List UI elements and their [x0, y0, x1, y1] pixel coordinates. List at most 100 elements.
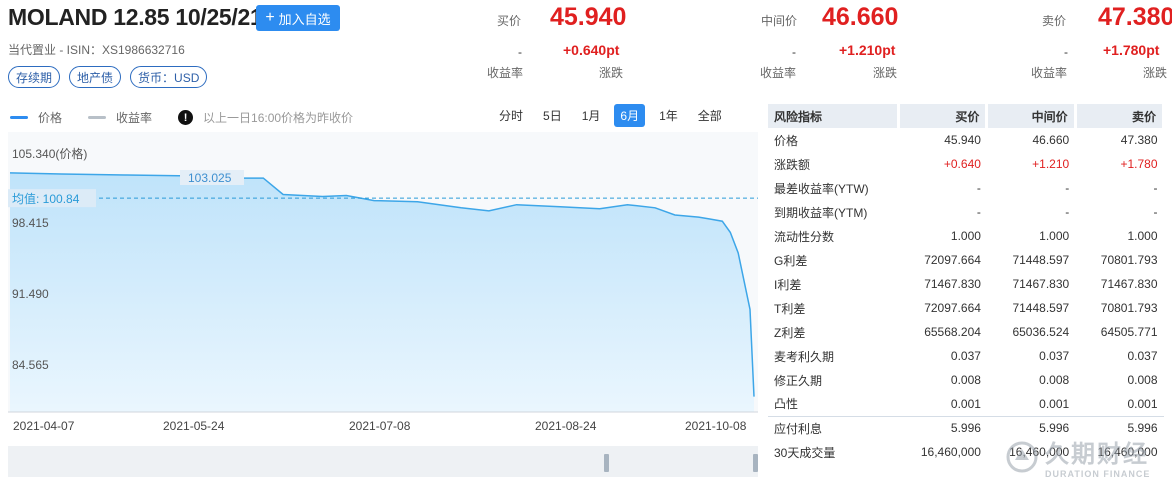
- bid-value: 0.008: [950, 373, 981, 387]
- metric-name: 30天成交量: [774, 445, 836, 460]
- yield-legend-label[interactable]: 收益率: [116, 109, 152, 126]
- risk-row: 最差收益率(YTW) - - -: [768, 176, 1164, 200]
- ask-value: 70801.793: [1100, 253, 1158, 267]
- header-mid: 中间价: [986, 104, 1077, 128]
- risk-row: Z利差 65568.204 65036.524 64505.771: [768, 320, 1164, 344]
- price-area: [10, 172, 754, 412]
- bid-value: 71467.830: [924, 277, 981, 291]
- close-price-note: 以上一日16:00价格为昨收价: [203, 111, 354, 125]
- risk-metrics-table: 风险指标 买价 中间价 卖价 价格 45.940 46.660 47.380 涨跌额 +0…: [768, 104, 1166, 464]
- add-to-watchlist-button[interactable]: + 加入自选: [256, 5, 340, 31]
- mid-value: 71448.597: [1012, 301, 1070, 315]
- mid-value: -: [1065, 181, 1070, 195]
- metric-name: I利差: [774, 277, 802, 292]
- metric-name: 麦考利久期: [774, 349, 835, 364]
- bid-value: -: [976, 181, 981, 195]
- risk-row: 流动性分数 1.000 1.000 1.000: [768, 224, 1164, 248]
- risk-row: 修正久期 0.008 0.008 0.008: [768, 368, 1164, 392]
- mid-yield: -: [792, 45, 796, 59]
- bond-tags: 存续期 地产债 货币：USD: [8, 66, 208, 88]
- period-all[interactable]: 全部: [692, 104, 728, 127]
- bid-value: 1.000: [950, 229, 981, 243]
- ask-value: -: [1153, 205, 1158, 219]
- ask-value: 71467.830: [1100, 277, 1158, 291]
- risk-row: 麦考利久期 0.037 0.037 0.037: [768, 344, 1164, 368]
- ask-value: 70801.793: [1100, 301, 1158, 315]
- mid-value: 71448.597: [1012, 253, 1070, 267]
- y-tick-label: 91.490: [12, 287, 49, 301]
- price-chart[interactable]: 105.340(价格) 98.415 91.490 84.565 103.025 均值…: [8, 132, 758, 477]
- risk-row: 到期收益率(YTM) - - -: [768, 200, 1164, 224]
- ask-value: 0.008: [1127, 373, 1158, 387]
- duration-finance-watermark: 久期财经 DURATION FINANCE: [1005, 434, 1150, 477]
- ask-value: +1.780: [1120, 157, 1158, 171]
- header-ask: 卖价: [1075, 104, 1166, 128]
- metric-name: 修正久期: [774, 373, 823, 388]
- y-tick-label: 98.415: [12, 216, 49, 230]
- mid-yield-label: 收益率: [760, 66, 797, 80]
- range-handle-right[interactable]: [753, 454, 758, 472]
- risk-row: T利差 72097.664 71448.597 70801.793: [768, 296, 1164, 320]
- risk-row: 凸性 0.001 0.001 0.001: [768, 392, 1164, 416]
- bid-value: 16,460,000: [920, 445, 981, 459]
- bid-value: 5.996: [898, 415, 987, 440]
- ask-change: +1.780pt: [1103, 42, 1160, 58]
- range-handle-left[interactable]: [604, 454, 609, 472]
- add-to-watchlist-label: 加入自选: [278, 11, 331, 27]
- ask-value: 0.037: [1127, 349, 1158, 363]
- risk-row: 涨跌额 +0.640 +1.210 +1.780: [768, 152, 1164, 176]
- watermark-cn: 久期财经: [1045, 441, 1149, 468]
- range-navigator[interactable]: [8, 446, 758, 477]
- bid-change-label: 涨跌: [599, 66, 624, 80]
- x-tick-label: 2021-04-07: [13, 419, 75, 433]
- period-1y[interactable]: 1年: [653, 104, 684, 127]
- price-legend-swatch[interactable]: [10, 116, 28, 119]
- bid-yield: -: [518, 45, 522, 59]
- tag-status[interactable]: 存续期: [8, 66, 61, 88]
- price-legend-label[interactable]: 价格: [38, 109, 62, 126]
- mid-value: 65036.524: [1012, 325, 1070, 339]
- yield-legend-swatch[interactable]: [88, 116, 107, 119]
- bid-value: 72097.664: [924, 253, 981, 267]
- period-intraday[interactable]: 分时: [493, 104, 529, 127]
- bid-value: 45.940: [944, 133, 981, 147]
- bid-yield-label: 收益率: [487, 66, 524, 80]
- metric-name: 应付利息: [768, 415, 899, 440]
- x-tick-label: 2021-08-24: [535, 419, 597, 433]
- metric-name: 流动性分数: [774, 229, 835, 244]
- risk-row: I利差 71467.830 71467.830 71467.830: [768, 272, 1164, 296]
- bid-value: 72097.664: [924, 301, 981, 315]
- mid-label: 中间价: [761, 14, 798, 28]
- ask-yield: -: [1064, 45, 1068, 59]
- mid-value: 46.660: [1032, 133, 1070, 147]
- mid-value: 0.008: [1039, 373, 1070, 387]
- ask-change-label: 涨跌: [1143, 66, 1168, 80]
- exclamation-icon: !: [178, 110, 194, 125]
- ask-label: 卖价: [1042, 14, 1067, 28]
- metric-name: 凸性: [774, 397, 799, 412]
- bid-change: +0.640pt: [563, 42, 620, 58]
- header-bid: 买价: [898, 104, 989, 128]
- x-tick-label: 2021-07-08: [349, 419, 411, 433]
- metric-name: 涨跌额: [774, 157, 811, 172]
- period-1m[interactable]: 1月: [576, 104, 607, 127]
- plus-icon: +: [265, 9, 275, 26]
- period-5d[interactable]: 5日: [537, 104, 568, 127]
- mid-value: 1.000: [1039, 229, 1070, 243]
- y-tick-label: 84.565: [12, 358, 49, 372]
- period-selector: 分时 5日 1月 6月 1年 全部: [485, 104, 728, 127]
- ask-value: 47.380: [1120, 133, 1158, 147]
- bond-title: MOLAND 12.85 10/25/21: [8, 4, 263, 30]
- x-tick-label: 2021-10-08: [685, 419, 747, 433]
- mid-value: 0.037: [1039, 349, 1070, 363]
- ask-value: 64505.771: [1100, 325, 1158, 339]
- ask-value: 0.001: [1127, 396, 1158, 411]
- tag-sector[interactable]: 地产债: [69, 66, 122, 88]
- period-6m[interactable]: 6月: [614, 104, 646, 127]
- ask-price: 47.380: [1098, 3, 1172, 31]
- ask-yield-label: 收益率: [1031, 66, 1068, 80]
- max-value-label: 103.025: [188, 171, 232, 185]
- metric-name: 价格: [774, 133, 799, 148]
- mid-value: 0.001: [1039, 396, 1070, 411]
- tag-currency[interactable]: 货币：USD: [130, 66, 208, 88]
